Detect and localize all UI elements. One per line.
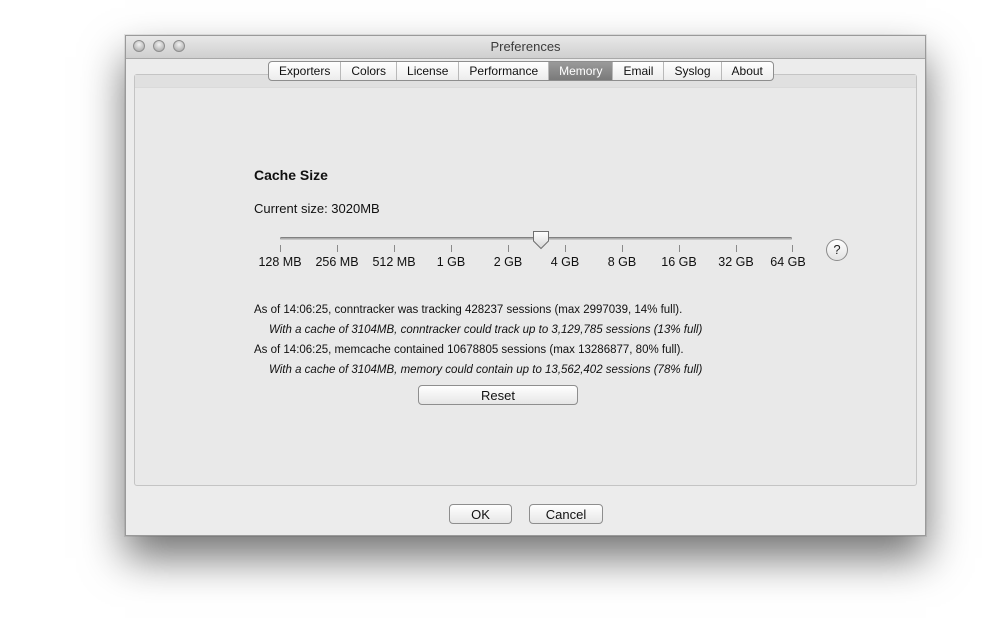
tab-about[interactable]: About (722, 62, 773, 80)
title-bar[interactable]: Preferences (126, 36, 925, 59)
slider-tick (565, 245, 566, 252)
help-button[interactable]: ? (826, 239, 848, 261)
conntracker-status: As of 14:06:25, conntracker was tracking… (254, 304, 683, 316)
slider-tick (451, 245, 452, 252)
cache-size-heading: Cache Size (254, 167, 328, 183)
reset-button[interactable]: Reset (418, 385, 578, 405)
tab-memory[interactable]: Memory (549, 62, 614, 80)
tab-colors[interactable]: Colors (341, 62, 398, 80)
cache-size-slider-thumb[interactable] (532, 230, 550, 250)
preferences-window: Preferences Exporters Colors License Per… (125, 35, 926, 536)
memcache-status: As of 14:06:25, memcache contained 10678… (254, 344, 684, 356)
memory-panel: Cache Size Current size: 3020MB 128 MB 2… (134, 74, 917, 486)
slider-tick (792, 245, 793, 252)
tab-performance[interactable]: Performance (459, 62, 550, 80)
slider-tick (736, 245, 737, 252)
current-size-label: Current size: 3020MB (254, 201, 380, 216)
memcache-projection: With a cache of 3104MB, memory could con… (269, 364, 703, 376)
tab-syslog[interactable]: Syslog (664, 62, 722, 80)
preferences-tabs: Exporters Colors License Performance Mem… (268, 61, 774, 81)
conntracker-projection: With a cache of 3104MB, conntracker coul… (269, 324, 703, 336)
slider-tick (508, 245, 509, 252)
window-title: Preferences (490, 39, 561, 54)
tab-email[interactable]: Email (613, 62, 665, 80)
slider-tick (280, 245, 281, 252)
ok-button[interactable]: OK (449, 504, 512, 524)
slider-tick (679, 245, 680, 252)
slider-tick-label: 64 GB (770, 255, 806, 269)
tab-exporters[interactable]: Exporters (269, 62, 342, 80)
slider-tick (337, 245, 338, 252)
slider-tick (622, 245, 623, 252)
slider-tick (394, 245, 395, 252)
cancel-button[interactable]: Cancel (529, 504, 603, 524)
tab-license[interactable]: License (397, 62, 460, 80)
